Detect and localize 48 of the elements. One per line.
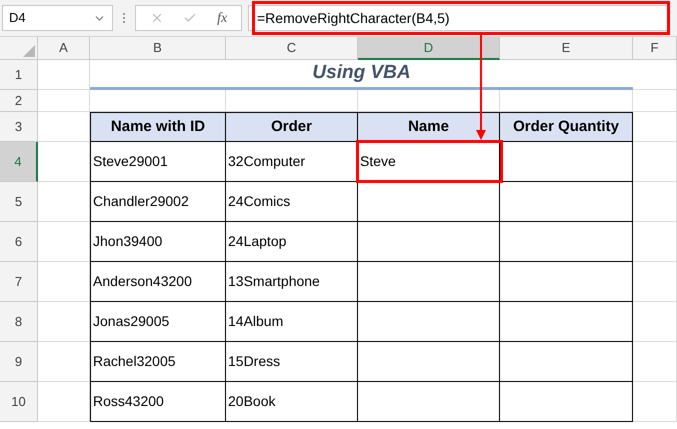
table-cell: Jonas29005 [90,302,226,342]
row-header[interactable]: 2 [0,90,38,112]
row-header[interactable]: 1 [0,60,38,90]
sheet-title: Using VBA [90,60,633,90]
table-cell: 14Album [226,302,358,342]
table-cell: 15Dress [226,342,358,382]
name-box[interactable]: D4 [2,5,113,31]
table-cell: 24Comics [226,182,358,222]
row-header[interactable]: 5 [0,182,38,222]
triangle-icon [23,45,35,57]
empty-cell [633,262,677,302]
empty-cell [633,302,677,342]
table-cell: Ross43200 [90,382,226,422]
column-header[interactable]: D [358,37,500,60]
column-header[interactable]: B [90,37,226,60]
row-header[interactable]: 8 [0,302,38,342]
table-cell: Steve [358,142,500,182]
table-cell: Anderson43200 [90,262,226,302]
row-header[interactable]: 7 [0,262,38,302]
table-cell: 24Laptop [226,222,358,262]
column-heading: Name with ID [90,112,226,142]
column-header[interactable]: A [38,37,90,60]
table-cell: 13Smartphone [226,262,358,302]
column-heading: Order Quantity [500,112,633,142]
row-header[interactable]: 3 [0,112,38,142]
table-cell: Steve29001 [90,142,226,182]
table-cell: Chandler29002 [90,182,226,222]
formula-field[interactable]: =RemoveRightCharacter(B4,5) [248,5,669,31]
empty-cell [633,60,677,90]
table-cell: Rachel32005 [90,342,226,382]
insert-function-button[interactable]: fx [217,8,228,28]
table-cell: Jhon39400 [90,222,226,262]
empty-cell [633,382,677,422]
column-header[interactable]: F [633,37,677,60]
row-header[interactable]: 6 [0,222,38,262]
table-cell: 32Computer [226,142,358,182]
empty-cell [633,342,677,382]
empty-cell [633,142,677,182]
empty-cell [633,90,677,112]
row-header[interactable]: 10 [0,382,38,422]
row-header[interactable]: 4 [0,142,38,182]
column-header[interactable]: E [500,37,633,60]
empty-cell [633,222,677,262]
column-heading: Order [226,112,358,142]
row-header[interactable]: 9 [0,342,38,382]
column-heading: Name [358,112,500,142]
table-cell: 20Book [226,382,358,422]
empty-cell [633,182,677,222]
